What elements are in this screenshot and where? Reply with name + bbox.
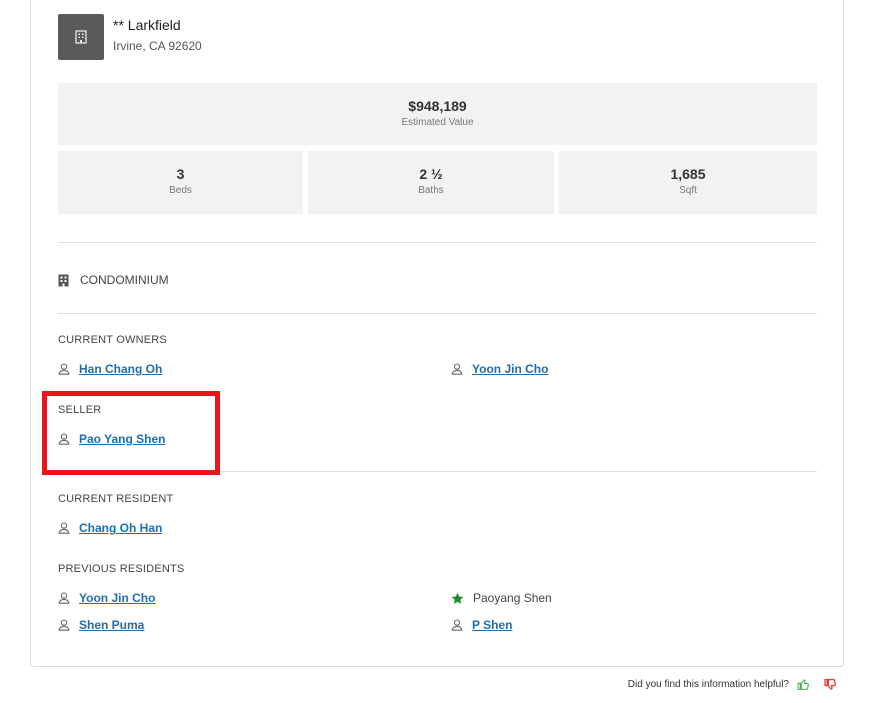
person-icon	[58, 363, 70, 375]
previous-resident-link[interactable]: P Shen	[472, 618, 512, 632]
previous-resident-item: Shen Puma	[58, 618, 144, 632]
building-icon	[75, 30, 87, 44]
property-street: ** Larkfield	[113, 17, 181, 33]
beds-label: Beds	[169, 185, 192, 196]
feedback-bar: Did you find this information helpful?	[628, 678, 837, 691]
feedback-question: Did you find this information helpful?	[627, 679, 789, 690]
previous-resident-item: Yoon Jin Cho	[58, 591, 155, 605]
star-icon	[451, 592, 464, 604]
baths-label: Baths	[418, 185, 444, 196]
person-icon	[58, 619, 70, 631]
person-icon	[451, 363, 463, 375]
property-city: Irvine, CA 92620	[113, 39, 202, 53]
person-icon	[58, 522, 70, 534]
beds-value: 3	[176, 166, 185, 182]
previous-resident-item: Paoyang Shen	[451, 591, 552, 605]
baths-box: 2 ½ Baths	[308, 151, 554, 214]
baths-value: 2 ½	[419, 166, 443, 182]
sqft-box: 1,685 Sqft	[559, 151, 817, 214]
owner-link[interactable]: Han Chang Oh	[79, 362, 162, 376]
person-icon	[58, 592, 70, 604]
previous-resident-name: Paoyang Shen	[473, 591, 552, 605]
estimated-value-label: Estimated Value	[401, 117, 474, 128]
owner-link[interactable]: Yoon Jin Cho	[472, 362, 548, 376]
divider	[58, 313, 817, 314]
previous-residents-title: PREVIOUS RESIDENTS	[58, 563, 185, 575]
current-owners-title: CURRENT OWNERS	[58, 334, 167, 346]
property-thumbnail	[58, 14, 104, 60]
resident-item: Chang Oh Han	[58, 521, 162, 535]
building-icon	[58, 274, 69, 286]
previous-resident-item: P Shen	[451, 618, 512, 632]
divider	[58, 242, 817, 243]
property-type: CONDOMINIUM	[58, 273, 169, 287]
thumbs-up-icon[interactable]	[797, 678, 810, 691]
sqft-value: 1,685	[670, 166, 706, 182]
resident-link[interactable]: Chang Oh Han	[79, 521, 162, 535]
person-icon	[451, 619, 463, 631]
estimated-value-box: $948,189 Estimated Value	[58, 83, 817, 145]
seller-highlight-box	[42, 391, 220, 475]
previous-resident-link[interactable]: Yoon Jin Cho	[79, 591, 155, 605]
property-type-label: CONDOMINIUM	[80, 273, 169, 287]
sqft-label: Sqft	[679, 185, 697, 196]
owner-item: Yoon Jin Cho	[451, 362, 548, 376]
previous-resident-link[interactable]: Shen Puma	[79, 618, 144, 632]
current-resident-title: CURRENT RESIDENT	[58, 493, 174, 505]
estimated-value: $948,189	[408, 98, 467, 114]
beds-box: 3 Beds	[58, 151, 303, 214]
owner-item: Han Chang Oh	[58, 362, 162, 376]
thumbs-down-icon[interactable]	[824, 678, 837, 691]
